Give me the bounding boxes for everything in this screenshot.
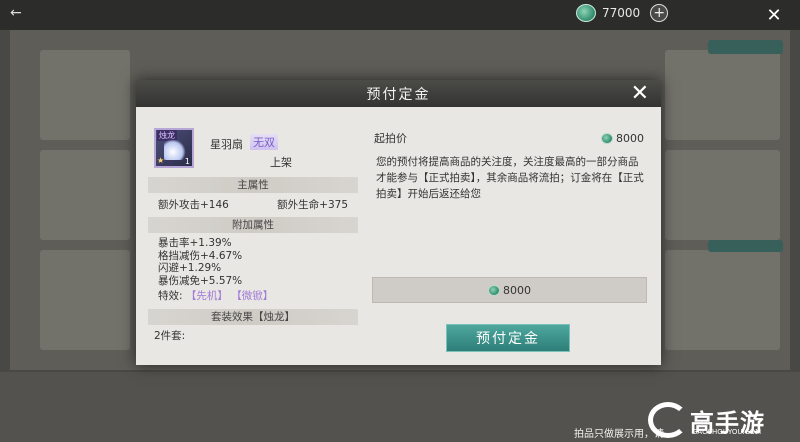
extra-attr-item: 格挡减伤+4.67% (158, 249, 243, 262)
back-button[interactable]: ← (10, 5, 22, 21)
jade-currency-icon (576, 4, 596, 22)
add-currency-button[interactable]: + (650, 4, 669, 22)
deposit-description: 您的预付将提高商品的关注度，关注度最高的一部分商品才能参与【正式拍卖】，其余商品… (376, 156, 644, 200)
item-fan-icon[interactable]: 烛龙 ★ 1 (154, 128, 194, 168)
deposit-amount: 8000 (503, 283, 531, 297)
start-price-value-group: 8000 (601, 132, 644, 145)
effects-label: 特效: (158, 290, 183, 302)
item-name: 星羽扇 (210, 138, 243, 151)
item-level: 1 (184, 157, 190, 166)
jade-currency-icon (488, 284, 500, 296)
start-price-row: 起拍价 8000 (374, 130, 644, 146)
start-price-label: 起拍价 (374, 132, 407, 145)
close-page-button[interactable]: ✕ (764, 5, 784, 26)
effect-tag[interactable]: 【先机】 (186, 290, 228, 302)
extra-attr-item: 暴击率+1.39% (158, 237, 232, 249)
item-detail-panel: 烛龙 ★ 1 星羽扇 无双 上架 主属性 额外攻击+146 额外生命+375 附… (148, 125, 358, 345)
start-price-value: 8000 (616, 131, 644, 145)
item-rarity-badge: 无双 (250, 134, 278, 150)
currency-display: 77000 + (576, 4, 669, 22)
currency-amount: 77000 (602, 6, 641, 20)
item-header: 烛龙 ★ 1 星羽扇 无双 上架 (148, 125, 358, 173)
prepay-deposit-dialog: 预付定金 ✕ 烛龙 ★ 1 星羽扇 无双 上架 主属性 额外攻击+146 额外生… (136, 80, 661, 365)
main-attr-row: 额外攻击+146 额外生命+375 (148, 197, 358, 213)
watermark-url: GAOSHOUYOU.COM (692, 428, 762, 436)
set-effect-header: 套装效果【烛龙】 (148, 309, 358, 325)
extra-attr-item: 暴伤减免+5.57% (158, 274, 243, 287)
star-icon: ★ (157, 156, 165, 165)
extra-attr-header: 附加属性 (148, 217, 358, 233)
watermark: 高手游 GAOSHOUYOU.COM (648, 398, 798, 442)
deposit-amount-field[interactable]: 8000 (372, 277, 647, 303)
dialog-title: 预付定金 (366, 86, 431, 103)
set-effect-line: 2件套: (154, 330, 186, 342)
prepay-deposit-button[interactable]: 预付定金 (446, 324, 570, 352)
main-attr-header: 主属性 (148, 177, 358, 193)
watermark-logo-icon (648, 402, 688, 438)
close-icon[interactable]: ✕ (631, 82, 649, 106)
effect-tag[interactable]: 【微锨】 (231, 290, 273, 302)
item-status: 上架 (270, 156, 292, 169)
main-attr-right: 额外生命+375 (277, 199, 348, 211)
extra-attr-item: 闪避+1.29% (158, 262, 222, 274)
jade-currency-icon (601, 132, 613, 144)
main-attr-left: 额外攻击+146 (158, 199, 229, 211)
dialog-header: 预付定金 ✕ (136, 80, 661, 107)
fan-icon (164, 140, 186, 160)
effects-row: 特效: 【先机】 【微锨】 (148, 287, 358, 305)
